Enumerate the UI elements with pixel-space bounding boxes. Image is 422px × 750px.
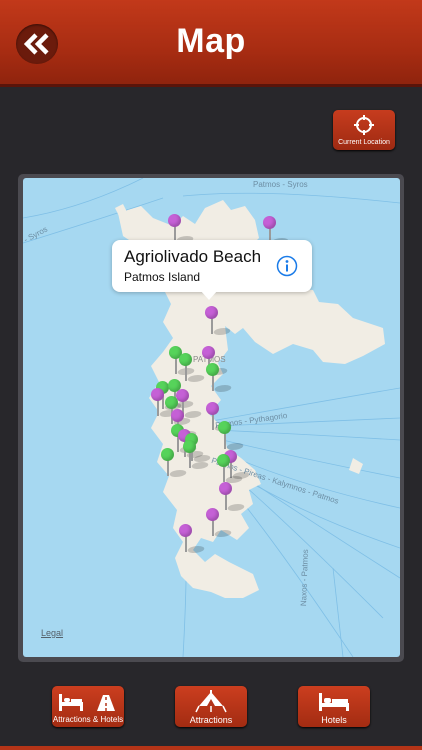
route-label-patmos-syros: Patmos - Syros	[253, 180, 308, 189]
legal-link[interactable]: Legal	[41, 628, 63, 638]
tab-hotels[interactable]: Hotels	[298, 686, 370, 727]
callout-subtitle: Patmos Island	[124, 270, 201, 284]
bed-and-road-icon	[59, 694, 115, 711]
header-bar: Map	[0, 0, 422, 87]
map-view[interactable]: Patmos - Syros - Syros PATMOS Patmos - P…	[23, 178, 400, 657]
tab-attractions-hotels[interactable]: Attractions & Hotels	[52, 686, 124, 727]
tab-attractions-hotels-label: Attractions & Hotels	[52, 715, 124, 724]
page-title: Map	[176, 22, 246, 60]
map-callout[interactable]: Agriolivado Beach Patmos Island	[112, 240, 312, 300]
tent-icon	[195, 690, 227, 713]
tab-attractions[interactable]: Attractions	[175, 686, 247, 727]
current-location-button[interactable]: Current Location	[333, 110, 395, 150]
bed-icon	[319, 693, 349, 711]
info-icon[interactable]	[276, 255, 298, 277]
bottom-accent-strip	[0, 746, 422, 750]
callout-title: Agriolivado Beach	[124, 247, 262, 266]
current-location-label: Current Location	[338, 139, 390, 146]
crosshair-icon	[354, 115, 374, 135]
tab-attractions-label: Attractions	[189, 715, 233, 725]
callout-pointer	[200, 290, 218, 300]
tab-hotels-label: Hotels	[321, 715, 347, 725]
header-divider	[0, 84, 422, 87]
